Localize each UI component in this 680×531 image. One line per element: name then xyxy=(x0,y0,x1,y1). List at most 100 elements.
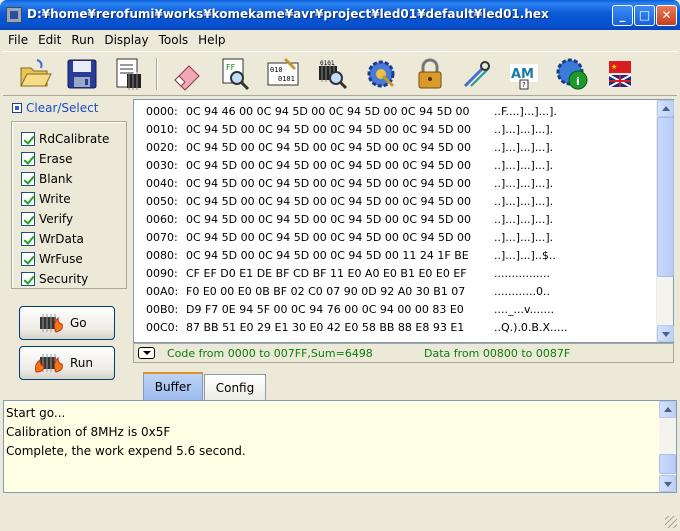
probe-tool-icon[interactable] xyxy=(459,56,495,92)
eraser-icon[interactable] xyxy=(169,56,205,92)
checkbox-wrdata[interactable] xyxy=(21,232,35,246)
log-scroll-down-button[interactable] xyxy=(659,475,676,492)
checkbox-security[interactable] xyxy=(21,272,35,286)
checkbox-rdcalibrate[interactable] xyxy=(21,132,35,146)
menu-help[interactable]: Help xyxy=(193,33,230,47)
svg-text:?: ? xyxy=(522,81,526,89)
hex-bytes: 0C 94 5D 00 0C 94 5D 00 0C 94 5D 00 0C 9… xyxy=(186,195,472,208)
menu-display[interactable]: Display xyxy=(99,33,153,47)
hex-bytes: 0C 94 46 00 0C 94 5D 00 0C 94 5D 00 0C 9… xyxy=(186,105,470,118)
hex-buffer-view[interactable]: 0000: 0C 94 46 00 0C 94 5D 00 0C 94 5D 00… xyxy=(133,99,674,343)
checkbox-verify[interactable] xyxy=(21,212,35,226)
dropdown-arrow-icon[interactable] xyxy=(138,347,155,359)
hex-bytes: D9 F7 0E 94 5F 00 0C 94 76 00 0C 94 00 0… xyxy=(186,303,464,316)
clear-select-toggle[interactable]: Clear/Select xyxy=(12,101,98,115)
hex-ascii: ..]...]...]...]. xyxy=(494,195,554,208)
hex-bytes: 0C 94 5D 00 0C 94 5D 00 0C 94 5D 00 11 2… xyxy=(186,249,469,262)
checkbox-erase[interactable] xyxy=(21,152,35,166)
hex-ascii: ..]...]...]...]. xyxy=(494,231,554,244)
buffer-status-strip: Code from 0000 to 007FF,Sum=6498 Data fr… xyxy=(133,343,674,363)
data-range-info: Data from 00800 to 0087F xyxy=(424,347,571,360)
tab-buffer[interactable]: Buffer xyxy=(143,372,203,400)
open-folder-icon[interactable] xyxy=(17,56,53,92)
hex-bytes: CF EF D0 E1 DE BF CD BF 11 E0 A0 E0 B1 E… xyxy=(186,267,467,280)
scroll-up-button[interactable] xyxy=(657,100,674,117)
clear-select-box[interactable] xyxy=(12,103,22,113)
option-blank[interactable]: Blank xyxy=(21,171,72,187)
language-flags-icon[interactable]: ★ xyxy=(602,56,638,92)
option-label: Verify xyxy=(39,212,74,226)
hex-bytes: 0C 94 5D 00 0C 94 5D 00 0C 94 5D 00 0C 9… xyxy=(186,141,472,154)
go-button[interactable]: Go xyxy=(19,306,115,340)
checkbox-blank[interactable] xyxy=(21,172,35,186)
option-write[interactable]: Write xyxy=(21,191,71,207)
run-button-label: Run xyxy=(70,356,94,370)
hex-address: 0000: xyxy=(146,105,178,118)
checkbox-wrfuse[interactable] xyxy=(21,252,35,266)
padlock-icon[interactable] xyxy=(412,56,448,92)
log-line: Complete, the work expend 5.6 second. xyxy=(6,444,246,458)
option-label: Erase xyxy=(39,152,73,166)
hex-address: 0010: xyxy=(146,123,178,136)
hex-rows: 0000: 0C 94 46 00 0C 94 5D 00 0C 94 5D 00… xyxy=(134,100,657,342)
log-scroll-thumb[interactable] xyxy=(659,454,676,474)
option-label: WrFuse xyxy=(39,252,83,266)
hex-bytes: 0C 94 5D 00 0C 94 5D 00 0C 94 5D 00 0C 9… xyxy=(186,213,472,226)
chip-document-icon[interactable] xyxy=(111,56,147,92)
chip-search-icon[interactable]: 0101 xyxy=(314,56,350,92)
flash-search-icon[interactable]: FF xyxy=(217,56,253,92)
scroll-down-button[interactable] xyxy=(657,325,674,342)
menu-tools[interactable]: Tools xyxy=(154,33,194,47)
maximize-button[interactable]: □ xyxy=(634,5,655,26)
security-settings-icon[interactable] xyxy=(363,56,399,92)
svg-text:0101: 0101 xyxy=(278,75,295,83)
option-erase[interactable]: Erase xyxy=(21,151,73,167)
log-output[interactable]: Start go... Calibration of 8MHz is 0x5F … xyxy=(3,400,677,493)
scroll-thumb[interactable] xyxy=(657,117,674,277)
hex-bytes: F0 E0 00 E0 0B BF 02 C0 07 90 0D 92 A0 3… xyxy=(186,285,466,298)
checkbox-write[interactable] xyxy=(21,192,35,206)
run-button[interactable]: Run xyxy=(19,346,115,380)
minimize-button[interactable]: _ xyxy=(612,5,633,26)
option-wrfuse[interactable]: WrFuse xyxy=(21,251,83,267)
option-label: WrData xyxy=(39,232,84,246)
hex-scrollbar[interactable] xyxy=(656,100,674,342)
svg-text:FF: FF xyxy=(226,63,236,72)
close-button[interactable]: ✕ xyxy=(656,5,677,26)
save-disk-icon[interactable] xyxy=(64,56,100,92)
title-bar: D:¥home¥rerofumi¥works¥komekame¥avr¥proj… xyxy=(0,0,680,30)
tab-config[interactable]: Config xyxy=(204,374,266,402)
code-range-info: Code from 0000 to 007FF,Sum=6498 xyxy=(167,347,373,360)
hex-address: 0090: xyxy=(146,267,178,280)
go-button-label: Go xyxy=(70,316,87,330)
chip-flame-icon xyxy=(34,352,64,374)
hex-address: 0050: xyxy=(146,195,178,208)
option-security[interactable]: Security xyxy=(21,271,88,287)
option-rdcalibrate[interactable]: RdCalibrate xyxy=(21,131,109,147)
option-wrdata[interactable]: WrData xyxy=(21,231,84,247)
option-verify[interactable]: Verify xyxy=(21,211,73,227)
status-bar xyxy=(0,494,680,531)
log-line: Start go... xyxy=(6,406,66,420)
hex-ascii: ..]...]...]..$.. xyxy=(494,249,556,262)
log-scrollbar[interactable] xyxy=(659,401,676,492)
hex-ascii: ................ xyxy=(494,267,550,280)
help-atmel-icon[interactable]: AM? xyxy=(506,56,542,92)
hex-ascii: ..]...]...]...]. xyxy=(494,159,554,172)
hex-ascii: ..]...]...]...]. xyxy=(494,141,554,154)
menu-file[interactable]: File xyxy=(3,33,33,47)
app-icon[interactable] xyxy=(6,7,22,23)
hex-address: 00A0: xyxy=(146,285,179,298)
option-label: Write xyxy=(39,192,71,206)
svg-text:0101: 0101 xyxy=(320,60,335,67)
binary-edit-icon[interactable]: 010 0101 xyxy=(265,56,301,92)
hex-ascii: ..Q.).0.B.X..... xyxy=(494,321,568,334)
log-scroll-up-button[interactable] xyxy=(659,401,676,418)
hex-bytes: 0C 94 5D 00 0C 94 5D 00 0C 94 5D 00 0C 9… xyxy=(186,159,472,172)
window-title: D:¥home¥rerofumi¥works¥komekame¥avr¥proj… xyxy=(27,7,549,21)
resize-grip-icon[interactable] xyxy=(665,516,677,528)
hex-bytes: 87 BB 51 E0 29 E1 30 E0 42 E0 58 BB 88 E… xyxy=(186,321,465,334)
menu-edit[interactable]: Edit xyxy=(33,33,66,47)
menu-run[interactable]: Run xyxy=(66,33,99,47)
globe-info-icon[interactable]: i xyxy=(554,56,590,92)
